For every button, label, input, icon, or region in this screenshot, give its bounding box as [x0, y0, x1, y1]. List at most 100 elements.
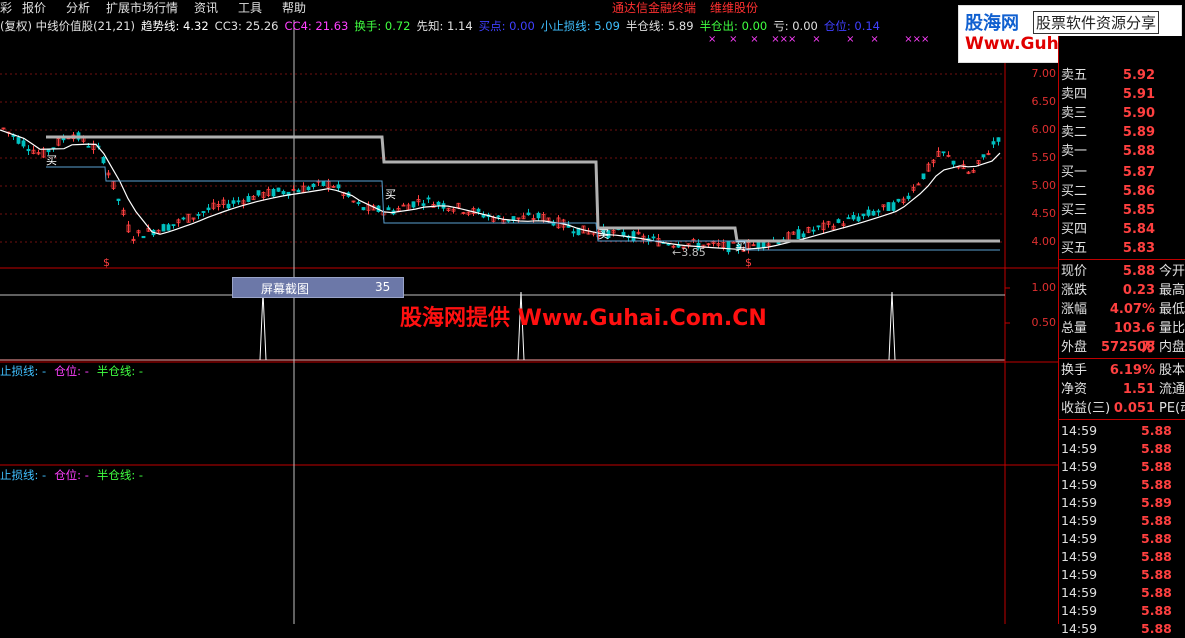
- candle-body: [271, 188, 276, 197]
- row-value: 5.88: [1122, 264, 1155, 279]
- candle-body: [436, 201, 441, 206]
- candle-body: [871, 210, 876, 216]
- row-label: 卖二: [1061, 125, 1088, 140]
- candle-body: [996, 137, 1001, 142]
- order-sell-row: 卖一 5.88: [1061, 142, 1185, 161]
- candle-body: [861, 213, 866, 217]
- candle-body: [811, 229, 816, 232]
- menu-item-6[interactable]: 帮助: [282, 0, 306, 16]
- row-value: 0.23: [1122, 283, 1155, 298]
- row-value: 1.51: [1122, 382, 1155, 397]
- row-value: 5.88: [1122, 144, 1155, 159]
- quote-row: 涨幅 4.07% 最低: [1061, 300, 1185, 319]
- menu-link-0[interactable]: 通达信金融终端: [612, 0, 696, 16]
- tick-price: 5.88: [1141, 603, 1172, 618]
- row-label: 总量: [1061, 321, 1088, 336]
- candle-body: [891, 202, 896, 211]
- tick-row: 14:59 5.88: [1061, 476, 1185, 494]
- menu-item-3[interactable]: 扩展市场行情: [106, 0, 178, 16]
- menu-item-5[interactable]: 工具: [238, 0, 262, 16]
- candle-body: [991, 141, 996, 145]
- indicator-value-1: 趋势线: 4.32: [141, 19, 209, 33]
- tick-time: 14:59: [1061, 441, 1098, 456]
- tick-time: 14:59: [1061, 567, 1098, 582]
- candle-body: [896, 198, 901, 202]
- tick-row: 14:59 5.88: [1061, 602, 1185, 620]
- candle-body: [836, 219, 841, 223]
- row-extra-label: 流通: [1159, 382, 1185, 397]
- indicator-value-0: (复权) 中线价值股(21,21): [0, 19, 136, 33]
- fundamental-row: 净资 1.51 流通: [1061, 380, 1185, 399]
- candle-body: [231, 200, 236, 204]
- indicator-value-3: CC4: 21.63: [284, 19, 349, 33]
- order-sell-row: 卖三 5.90: [1061, 104, 1185, 123]
- candle-body: [981, 154, 986, 158]
- fundamental-row: 收益(三)0.051PE(动): [1061, 399, 1185, 418]
- price-axis-tick: 6.50: [1031, 95, 1057, 108]
- candle-body: [26, 148, 31, 152]
- candle-body: [571, 231, 576, 234]
- row-extra-label: 量比: [1159, 321, 1185, 336]
- tick-row: 14:59 5.88: [1061, 440, 1185, 458]
- candle-body: [801, 233, 806, 238]
- menu-item-1[interactable]: 报价: [22, 0, 46, 16]
- tick-time: 14:59: [1061, 603, 1098, 618]
- candle-body: [46, 149, 51, 153]
- row-extra-label: 最高: [1159, 283, 1185, 298]
- tick-price: 5.88: [1141, 585, 1172, 600]
- menu-item-0[interactable]: 彩: [0, 0, 12, 16]
- order-buy-row: 买三 5.85: [1061, 201, 1185, 220]
- menu-item-2[interactable]: 分析: [66, 0, 90, 16]
- row-label: 卖四: [1061, 87, 1088, 102]
- buy-signal-label: 买: [46, 154, 57, 167]
- screenshot-popup[interactable]: 屏幕截图 35: [232, 277, 404, 298]
- logo-name: 股海网: [965, 13, 1019, 34]
- candle-body: [201, 211, 206, 213]
- tick-time: 14:59: [1061, 477, 1098, 492]
- panel-divider: [1059, 259, 1185, 260]
- sub-legend-item: 仓位: -: [54, 468, 89, 482]
- candle-body: [161, 224, 166, 232]
- menu-link-1[interactable]: 维维股份: [710, 0, 758, 16]
- tick-row: 14:59 5.88: [1061, 422, 1185, 440]
- price-axis-tick: 6.00: [1031, 123, 1057, 136]
- indicator-value-10: 亏: 0.00: [773, 19, 818, 33]
- candle-body: [276, 187, 281, 192]
- quote-panel: 卖五 5.92 卖四 5.91 卖三 5.90 卖二 5.89 卖一 5.88 买一 5.87 买二 5.…: [1058, 36, 1185, 636]
- row-extra-label: PE(动): [1159, 401, 1185, 416]
- stop-loss-step-line: [46, 166, 1000, 251]
- quote-row: 总量 103.6万 量比: [1061, 319, 1185, 355]
- row-value: 4.07%: [1109, 302, 1155, 317]
- price-axis-tick: 4.50: [1031, 207, 1057, 220]
- buy-signal-label: 买: [598, 228, 609, 241]
- tick-price: 5.88: [1141, 423, 1172, 438]
- tick-time: 14:59: [1061, 495, 1098, 510]
- menu-item-4[interactable]: 资讯: [194, 0, 218, 16]
- candle-body: [726, 241, 731, 253]
- candle-body: [321, 181, 326, 186]
- tick-time: 14:59: [1061, 423, 1098, 438]
- quote-row: 外盘 572508 内盘: [1061, 338, 1185, 357]
- row-label: 卖五: [1061, 68, 1088, 83]
- row-value: 6.19%: [1109, 363, 1155, 378]
- panel-divider: [1059, 419, 1185, 420]
- sub-panel-2-legend: 止损线: - 仓位: - 半仓线: -: [0, 467, 151, 483]
- buy-signal-label: 买: [735, 240, 746, 253]
- sub-legend-item: 止损线: -: [0, 468, 47, 482]
- low-price-label: ←3.85: [672, 246, 706, 259]
- candle-body: [411, 201, 416, 208]
- tick-price: 5.88: [1141, 531, 1172, 546]
- tick-row: 14:59 5.88: [1061, 584, 1185, 602]
- tick-row: 14:59 5.88: [1061, 620, 1185, 638]
- row-value: 5.83: [1122, 241, 1155, 256]
- row-label: 买四: [1061, 222, 1088, 237]
- tick-row: 14:59 5.88: [1061, 566, 1185, 584]
- candle-body: [796, 229, 801, 240]
- tick-price: 5.88: [1141, 513, 1172, 528]
- signal-spike: [888, 291, 896, 361]
- buy-signal-label: 买: [385, 188, 396, 201]
- candle-body: [196, 214, 201, 216]
- row-label: 买二: [1061, 184, 1088, 199]
- candle-body: [386, 207, 391, 211]
- dollar-marker: $: [745, 256, 752, 269]
